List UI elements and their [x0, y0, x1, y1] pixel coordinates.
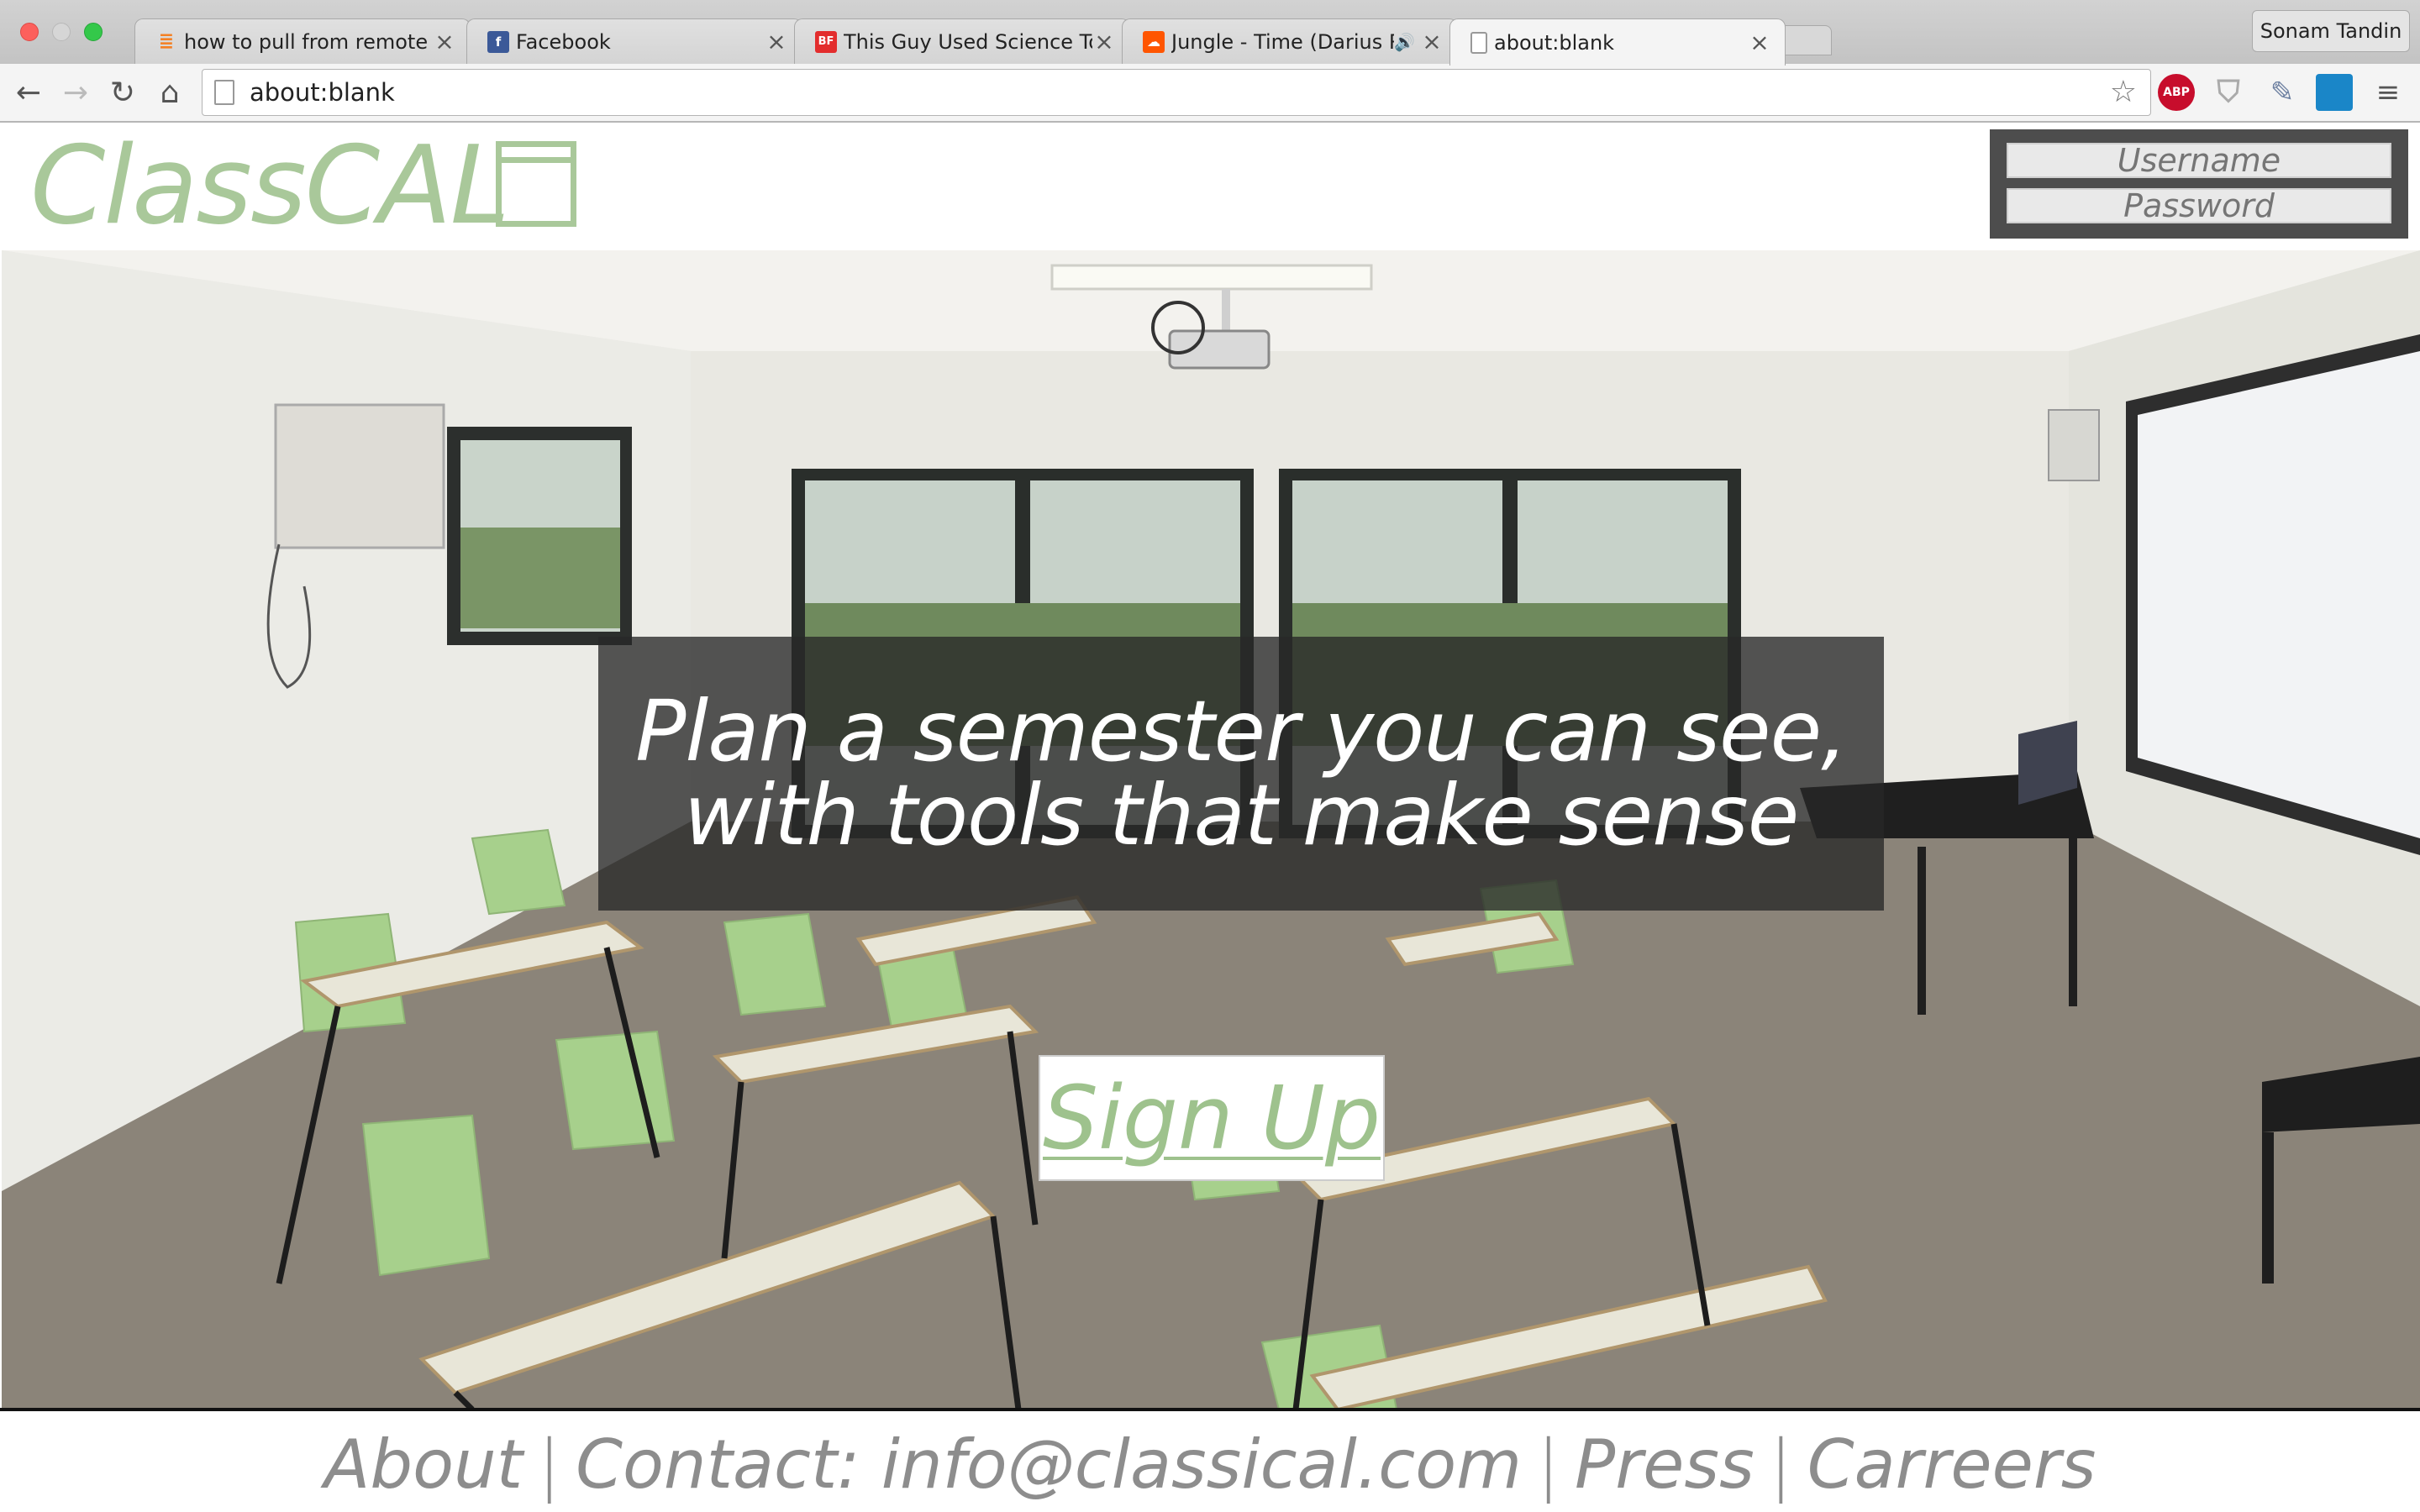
url-text: about:blank: [250, 78, 395, 107]
username-input[interactable]: [2007, 143, 2391, 178]
login-box: [1990, 129, 2408, 239]
footer-link-contact[interactable]: Contact: info@classical.com: [576, 1425, 1522, 1504]
browser-tab-active[interactable]: about:blank ×: [1449, 18, 1786, 66]
browser-tab[interactable]: ≣ how to pull from remote git ×: [134, 18, 471, 64]
footer-nav: About | Contact: info@classical.com | Pr…: [0, 1416, 2420, 1512]
close-icon[interactable]: ×: [433, 28, 456, 55]
speaker-icon[interactable]: 🔊: [1394, 32, 1415, 52]
footer-separator: |: [1769, 1425, 1792, 1504]
divider: [0, 1408, 2420, 1411]
address-bar[interactable]: about:blank ☆: [202, 69, 2151, 116]
forward-arrow-icon[interactable]: →: [55, 72, 96, 113]
back-arrow-icon[interactable]: ←: [8, 72, 49, 113]
menu-icon[interactable]: ≡: [2368, 72, 2408, 113]
extension-icon[interactable]: [2316, 74, 2353, 111]
page: ClassCAL Username Plan a semester you ca…: [0, 123, 2420, 1512]
footer-separator: |: [1537, 1425, 1560, 1504]
bookmark-star-icon[interactable]: ☆: [2110, 75, 2137, 109]
browser-tab[interactable]: ☁ Jungle - Time (Darius Re 🔊 ×: [1122, 18, 1458, 64]
footer-link-about[interactable]: About: [324, 1425, 523, 1504]
page-icon: [1470, 31, 1487, 54]
stackoverflow-icon: ≣: [158, 31, 175, 52]
soundcloud-icon: ☁: [1143, 30, 1165, 53]
tagline-line-2: with tools that make sense: [683, 766, 1800, 864]
logo-text: ClassCAL: [30, 123, 510, 249]
tagline-overlay: Plan a semester you can see, with tools …: [598, 637, 1884, 911]
tagline-line-1: Plan a semester you can see,: [635, 682, 1848, 780]
close-icon[interactable]: ×: [1092, 28, 1116, 55]
tab-title: how to pull from remote git: [184, 29, 433, 54]
close-window-button[interactable]: [20, 23, 39, 41]
shield-icon[interactable]: ⛉: [2210, 74, 2247, 111]
zoom-window-button[interactable]: [84, 23, 103, 41]
tab-title: about:blank: [1494, 30, 1615, 55]
buzzfeed-icon: BF: [815, 30, 837, 53]
browser-tab[interactable]: f Facebook ×: [466, 18, 802, 64]
footer-link-careers[interactable]: Carreers: [1807, 1425, 2096, 1504]
browser-tab[interactable]: BF This Guy Used Science To ×: [794, 18, 1130, 64]
adblock-plus-icon[interactable]: ABP: [2158, 74, 2195, 111]
eyedropper-icon[interactable]: ✎: [2264, 74, 2301, 111]
password-input[interactable]: [2007, 188, 2391, 223]
close-icon[interactable]: ×: [765, 28, 788, 55]
close-icon[interactable]: ×: [1748, 29, 1771, 56]
home-icon[interactable]: ⌂: [150, 72, 190, 113]
site-logo[interactable]: ClassCAL: [30, 123, 510, 249]
tab-title: Jungle - Time (Darius Re: [1171, 29, 1395, 54]
sign-up-button[interactable]: Sign Up: [1039, 1055, 1385, 1181]
minimize-window-button[interactable]: [52, 23, 71, 41]
facebook-icon: f: [487, 30, 509, 53]
tab-title: This Guy Used Science To: [844, 29, 1092, 54]
footer-link-press[interactable]: Press: [1575, 1425, 1754, 1504]
tab-title: Facebook: [516, 29, 611, 54]
browser-tab-strip: ≣ how to pull from remote git × f Facebo…: [0, 0, 2420, 66]
close-icon[interactable]: ×: [1420, 28, 1444, 55]
profile-button[interactable]: Sonam Tandin: [2252, 10, 2410, 52]
page-icon: [214, 80, 234, 105]
window-icon: [496, 141, 576, 227]
footer-separator: |: [538, 1425, 561, 1504]
browser-toolbar: ← → ↻ ⌂ about:blank ☆ ABP ⛉ ✎ ≡: [0, 64, 2420, 123]
hero-image: Plan a semester you can see, with tools …: [2, 250, 2420, 1410]
reload-icon[interactable]: ↻: [103, 72, 143, 113]
